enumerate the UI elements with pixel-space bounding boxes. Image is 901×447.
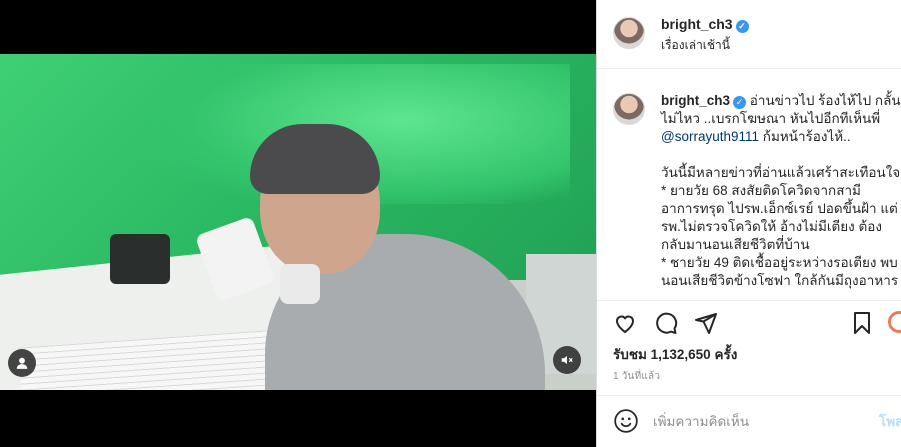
caption-avatar[interactable] — [613, 93, 645, 125]
username-link[interactable]: bright_ch3 ✓ — [661, 16, 749, 33]
comment-input[interactable] — [653, 410, 853, 432]
caption-area: bright_ch3 ✓ อ่านข่าวไป ร้องไห้ไป กลั้นไม… — [597, 70, 901, 300]
verified-badge-icon: ✓ — [733, 95, 747, 109]
timestamp[interactable]: 1 วันที่แล้ว — [613, 369, 660, 384]
action-bar — [597, 300, 901, 344]
bookmark-icon[interactable] — [848, 309, 876, 337]
caption-text: bright_ch3 ✓ อ่านข่าวไป ร้องไห้ไป กลั้นไม… — [661, 93, 901, 288]
muted-speaker-icon[interactable] — [553, 346, 581, 374]
news-anchor-figure — [194, 124, 545, 390]
instagram-post-modal: bright_ch3 ✓ เรื่องเล่าเช้านี้ bright_ch3… — [0, 0, 901, 447]
verified-badge-icon: ✓ — [735, 20, 749, 33]
comment-icon[interactable] — [652, 309, 680, 337]
location-link[interactable]: เรื่องเล่าเช้านี้ — [661, 36, 730, 55]
avatar[interactable] — [613, 17, 645, 49]
profile-ring-icon[interactable] — [888, 311, 901, 333]
mention-link[interactable]: @sorrayuth9111 — [661, 129, 759, 144]
media-pane — [0, 0, 596, 447]
video-player[interactable] — [0, 54, 596, 390]
send-icon[interactable] — [692, 309, 720, 337]
heart-icon[interactable] — [611, 309, 639, 337]
post-comment-button[interactable]: โพสต์ — [879, 410, 901, 432]
user-icon[interactable] — [8, 349, 36, 377]
emoji-icon[interactable] — [613, 408, 639, 434]
view-count[interactable]: รับชม 1,132,650 ครั้ง — [613, 343, 737, 365]
comment-bar: โพสต์ — [597, 395, 901, 447]
caption-username[interactable]: bright_ch3 — [661, 93, 730, 108]
post-sidebar: bright_ch3 ✓ เรื่องเล่าเช้านี้ bright_ch3… — [596, 0, 901, 447]
post-header: bright_ch3 ✓ เรื่องเล่าเช้านี้ — [597, 0, 901, 69]
